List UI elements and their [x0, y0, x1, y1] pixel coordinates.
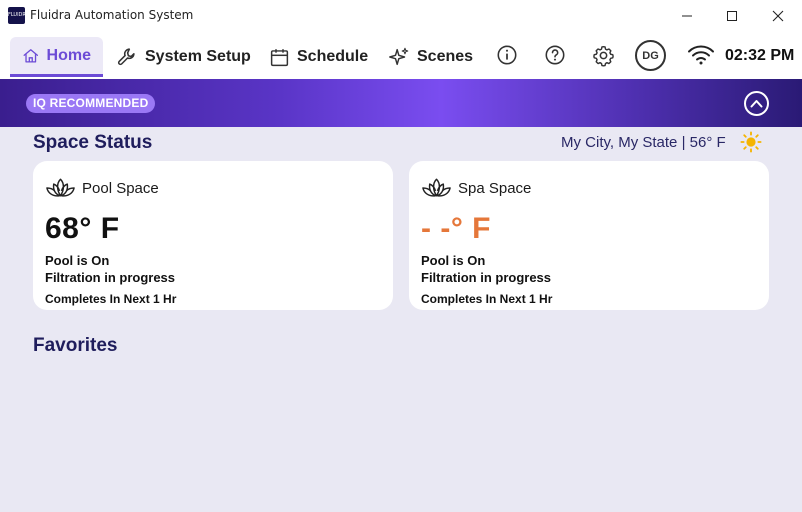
tab-system-setup[interactable]: System Setup	[116, 37, 251, 77]
spa-completion: Completes In Next 1 Hr	[421, 292, 553, 306]
collapse-banner-button[interactable]	[744, 91, 769, 116]
close-button[interactable]	[755, 0, 801, 31]
chevron-up-icon	[750, 100, 763, 108]
maximize-button[interactable]	[709, 0, 755, 31]
minimize-icon	[682, 15, 692, 16]
calendar-icon	[270, 48, 289, 66]
spa-activity: Filtration in progress	[421, 270, 552, 285]
window-titlebar: FLUIDRA Fluidra Automation System	[0, 0, 802, 31]
gear-icon	[592, 45, 614, 67]
wrench-icon	[117, 48, 135, 66]
pool-status: Pool is On	[45, 253, 110, 268]
tab-home-label: Home	[46, 46, 91, 64]
spa-temperature: - -° F	[421, 212, 491, 245]
space-status-title: Space Status	[33, 132, 153, 153]
location-weather: My City, My State | 56° F	[561, 134, 726, 151]
info-button[interactable]	[495, 43, 519, 67]
iq-recommended-banner: IQ RECOMMENDED	[0, 79, 802, 127]
clock-time: 02:32 PM	[725, 47, 795, 64]
home-icon	[23, 48, 39, 63]
settings-button[interactable]	[591, 43, 615, 67]
pool-temperature: 68° F	[45, 212, 120, 245]
tab-scenes-label: Scenes	[417, 48, 474, 65]
close-icon	[772, 10, 784, 21]
wifi-status[interactable]	[687, 43, 715, 67]
window-title: Fluidra Automation System	[30, 8, 194, 22]
tab-scenes[interactable]: Scenes	[388, 37, 473, 77]
tab-schedule-label: Schedule	[297, 48, 369, 65]
card-header: Spa Space	[421, 177, 531, 199]
lotus-icon	[46, 178, 75, 197]
wifi-icon	[688, 45, 714, 65]
sun-icon	[740, 131, 762, 153]
tab-system-setup-label: System Setup	[145, 48, 251, 65]
card-title: Pool Space	[82, 179, 159, 197]
spa-status: Pool is On	[421, 253, 486, 268]
help-button[interactable]	[543, 43, 567, 67]
card-header: Pool Space	[45, 177, 159, 199]
user-avatar[interactable]: DG	[635, 40, 666, 71]
sparkle-icon	[389, 47, 409, 66]
pool-activity: Filtration in progress	[45, 270, 176, 285]
app-logo: FLUIDRA	[8, 7, 29, 24]
tab-schedule[interactable]: Schedule	[269, 37, 368, 77]
lotus-icon	[422, 178, 451, 197]
maximize-icon	[727, 10, 737, 21]
tab-home[interactable]: Home	[10, 37, 103, 77]
favorites-title: Favorites	[33, 335, 118, 356]
help-icon	[545, 45, 565, 65]
minimize-button[interactable]	[664, 0, 710, 31]
info-icon	[497, 45, 517, 65]
card-title: Spa Space	[458, 179, 532, 197]
top-navigation: Home System Setup Schedule Scenes DG 02:…	[0, 31, 802, 79]
iq-recommended-badge[interactable]: IQ RECOMMENDED	[26, 94, 156, 113]
spa-space-card[interactable]: Spa Space - -° F Pool is On Filtration i…	[409, 161, 769, 310]
pool-completion: Completes In Next 1 Hr	[45, 292, 177, 306]
pool-space-card[interactable]: Pool Space 68° F Pool is On Filtration i…	[33, 161, 393, 310]
